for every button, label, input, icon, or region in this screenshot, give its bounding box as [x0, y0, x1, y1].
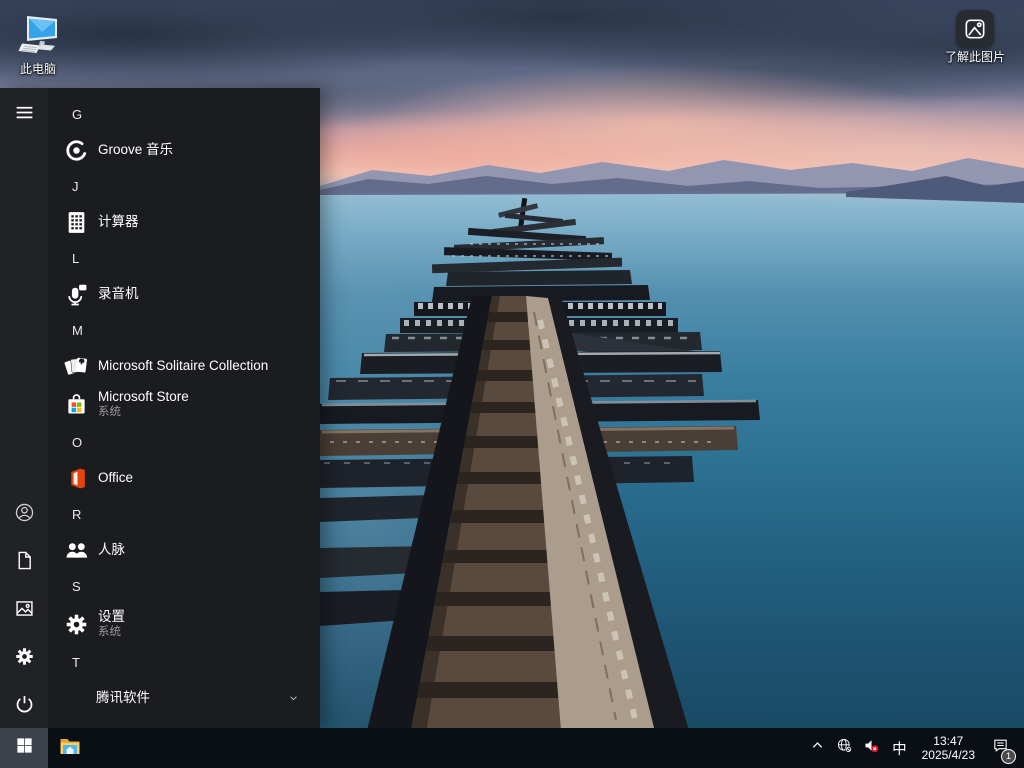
- section-letter[interactable]: L: [48, 240, 320, 276]
- start-menu-rail: [0, 88, 48, 728]
- volume-button[interactable]: [858, 728, 885, 768]
- power-icon: [14, 694, 35, 715]
- section-letter[interactable]: S: [48, 568, 320, 604]
- clock[interactable]: 13:47 2025/4/23: [914, 734, 983, 762]
- voice-recorder-icon: [64, 282, 89, 307]
- desktop-icon-this-pc[interactable]: 此电脑: [0, 12, 80, 76]
- app-item[interactable]: 设置系统: [48, 604, 320, 644]
- settings-button[interactable]: [0, 632, 48, 680]
- people-icon: [64, 538, 89, 563]
- section-letter-label: O: [72, 435, 82, 450]
- gear-icon: [64, 612, 89, 637]
- desktop-icon-learn-picture[interactable]: 了解此图片: [933, 10, 1017, 64]
- taskbar-empty-area: [92, 728, 804, 768]
- action-center-button[interactable]: 1: [983, 728, 1018, 768]
- notification-badge: 1: [1001, 749, 1016, 764]
- app-label: 录音机: [98, 286, 139, 302]
- section-letter[interactable]: W: [48, 716, 320, 728]
- network-globe-offline-icon: [836, 737, 853, 759]
- section-letter-label: L: [72, 251, 79, 266]
- app-sublabel: 系统: [98, 625, 125, 639]
- section-letter[interactable]: R: [48, 496, 320, 532]
- calculator-icon: [64, 210, 89, 235]
- section-letter[interactable]: T: [48, 644, 320, 680]
- user-avatar-icon: [14, 502, 35, 523]
- section-letter-label: J: [72, 179, 79, 194]
- app-group-label: 腾讯软件: [96, 690, 150, 706]
- desktop: 此电脑 了解此图片 G Groove 音乐 J 计算器 L 录音机 M Microsoft S…: [0, 0, 1024, 768]
- hamburger-icon: [14, 102, 35, 123]
- network-button[interactable]: [831, 728, 858, 768]
- document-icon: [14, 550, 35, 571]
- ime-indicator[interactable]: 中: [885, 738, 914, 759]
- app-sublabel: 系统: [98, 405, 189, 419]
- app-item[interactable]: Office: [48, 460, 320, 496]
- gear-icon: [14, 646, 35, 667]
- app-item[interactable]: Groove 音乐: [48, 132, 320, 168]
- start-button[interactable]: [0, 728, 48, 768]
- app-label: 计算器: [98, 214, 139, 230]
- app-label: Microsoft Store: [98, 389, 189, 405]
- section-letter[interactable]: O: [48, 424, 320, 460]
- app-item[interactable]: Microsoft Store系统: [48, 384, 320, 424]
- start-menu-app-list: G Groove 音乐 J 计算器 L 录音机 M Microsoft Solitaire C…: [48, 88, 320, 728]
- desktop-icon-label: 此电脑: [20, 62, 56, 76]
- pictures-icon: [14, 598, 35, 619]
- picture-icon: [956, 10, 994, 48]
- section-letter[interactable]: G: [48, 96, 320, 132]
- tray-expand-button[interactable]: [804, 728, 831, 768]
- office-icon: [64, 466, 89, 491]
- solitaire-icon: [64, 354, 89, 379]
- pictures-button[interactable]: [0, 584, 48, 632]
- power-button[interactable]: [0, 680, 48, 728]
- app-item[interactable]: Microsoft Solitaire Collection: [48, 348, 320, 384]
- section-letter[interactable]: J: [48, 168, 320, 204]
- computer-icon: [14, 12, 62, 60]
- file-explorer-icon: [58, 734, 82, 763]
- app-label: Groove 音乐: [98, 142, 173, 158]
- app-item[interactable]: 计算器: [48, 204, 320, 240]
- app-label: Office: [98, 470, 133, 486]
- chevron-up-icon: [809, 737, 826, 759]
- chevron-down-icon: [287, 692, 300, 705]
- section-letter-label: S: [72, 579, 81, 594]
- windows-logo-icon: [15, 736, 34, 760]
- section-letter-label: M: [72, 323, 83, 338]
- file-explorer-button[interactable]: [48, 728, 92, 768]
- store-icon: [64, 392, 89, 417]
- taskbar: 中 13:47 2025/4/23 1: [0, 728, 1024, 768]
- app-label: 人脉: [98, 542, 125, 558]
- clock-date: 2025/4/23: [922, 748, 975, 762]
- app-group-item[interactable]: 腾讯软件: [48, 680, 320, 716]
- app-item[interactable]: 录音机: [48, 276, 320, 312]
- documents-button[interactable]: [0, 536, 48, 584]
- start-menu: G Groove 音乐 J 计算器 L 录音机 M Microsoft Solitaire C…: [0, 88, 320, 728]
- user-account-button[interactable]: [0, 488, 48, 536]
- desktop-icon-label: 了解此图片: [945, 50, 1005, 64]
- menu-expand-button[interactable]: [0, 88, 48, 136]
- section-letter-label: G: [72, 107, 82, 122]
- section-letter[interactable]: M: [48, 312, 320, 348]
- clock-time: 13:47: [922, 734, 975, 748]
- app-item[interactable]: 人脉: [48, 532, 320, 568]
- app-label: 设置: [98, 609, 125, 625]
- section-letter-label: T: [72, 655, 80, 670]
- groove-music-icon: [64, 138, 89, 163]
- wallpaper-pier: [320, 198, 760, 768]
- section-letter-label: R: [72, 507, 81, 522]
- volume-muted-icon: [863, 737, 880, 759]
- app-label: Microsoft Solitaire Collection: [98, 358, 268, 374]
- system-tray: 中 13:47 2025/4/23 1: [804, 728, 1024, 768]
